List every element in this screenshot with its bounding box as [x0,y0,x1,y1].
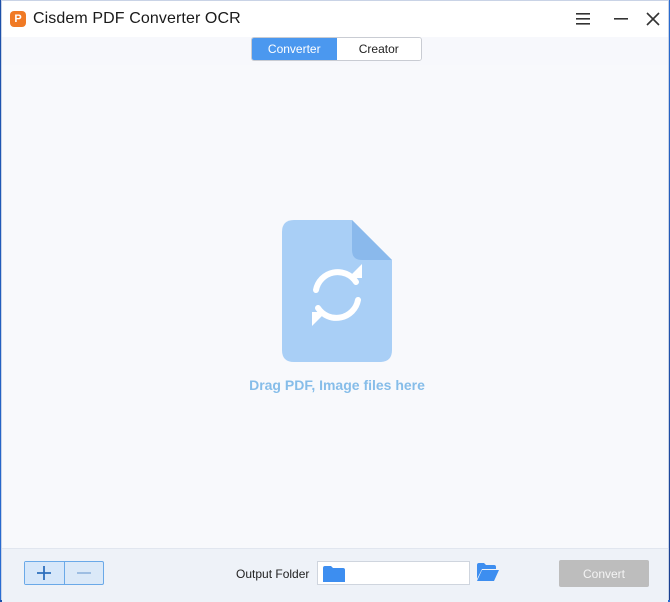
hamburger-icon [576,13,590,25]
app-logo-icon: P [10,11,26,27]
add-file-button[interactable] [25,562,65,584]
convert-button[interactable]: Convert [559,560,649,587]
open-folder-icon [477,563,499,581]
output-folder-field[interactable] [317,561,470,585]
browse-folder-button[interactable] [477,563,499,586]
close-button[interactable] [638,7,668,31]
plus-icon [37,566,52,580]
folder-icon [323,566,345,582]
file-convert-icon [282,220,392,362]
close-icon [646,12,660,26]
output-folder-label: Output Folder [236,567,310,581]
tab-converter[interactable]: Converter [252,38,337,60]
add-remove-group [24,561,104,585]
menu-button[interactable] [568,7,598,31]
title-bar: P Cisdem PDF Converter OCR [2,1,668,37]
mode-tabs: Converter Creator [251,37,422,61]
minus-icon [76,572,91,574]
app-window: P Cisdem PDF Converter OCR Converter Cre… [1,0,669,602]
tab-creator[interactable]: Creator [336,38,421,60]
remove-file-button[interactable] [65,562,104,584]
window-title: Cisdem PDF Converter OCR [33,10,241,27]
minimize-icon [614,18,628,20]
bottom-toolbar: Output Folder Convert [2,548,668,602]
drop-hint: Drag PDF, Image files here [249,377,425,393]
minimize-button[interactable] [606,7,636,31]
